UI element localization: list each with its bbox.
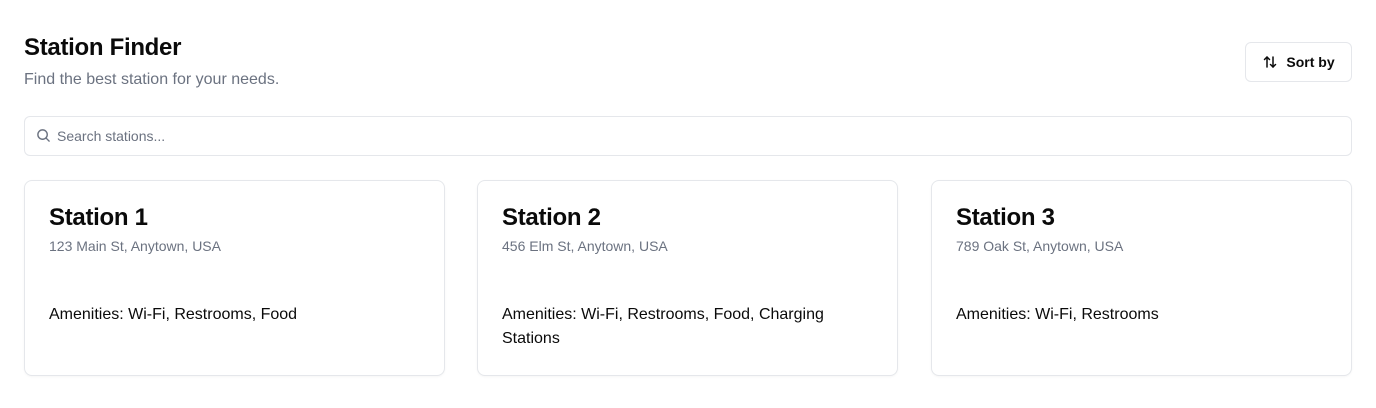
- arrow-up-down-icon: [1262, 54, 1278, 70]
- station-card[interactable]: Station 2 456 Elm St, Anytown, USA Ameni…: [477, 180, 898, 376]
- station-card[interactable]: Station 1 123 Main St, Anytown, USA Amen…: [24, 180, 445, 376]
- station-amenities: Amenities: Wi-Fi, Restrooms, Food, Charg…: [502, 306, 824, 347]
- sort-by-button[interactable]: Sort by: [1245, 42, 1352, 82]
- station-address: 789 Oak St, Anytown, USA: [956, 238, 1124, 254]
- station-card[interactable]: Station 3 789 Oak St, Anytown, USA Ameni…: [931, 180, 1352, 376]
- station-address: 123 Main St, Anytown, USA: [49, 238, 221, 254]
- page-title: Station Finder: [24, 34, 182, 61]
- station-finder-page: Station Finder Find the best station for…: [0, 0, 1376, 408]
- station-name: Station 3: [956, 204, 1055, 231]
- station-address: 456 Elm St, Anytown, USA: [502, 238, 668, 254]
- page-subtitle: Find the best station for your needs.: [24, 71, 280, 88]
- search-icon: [36, 128, 51, 148]
- search-input[interactable]: [57, 117, 1347, 155]
- station-amenities: Amenities: Wi-Fi, Restrooms, Food: [49, 306, 298, 323]
- station-amenities: Amenities: Wi-Fi, Restrooms: [956, 306, 1159, 323]
- sort-by-label: Sort by: [1286, 54, 1335, 70]
- station-name: Station 2: [502, 204, 601, 231]
- station-name: Station 1: [49, 204, 148, 231]
- search-bar: [24, 116, 1352, 156]
